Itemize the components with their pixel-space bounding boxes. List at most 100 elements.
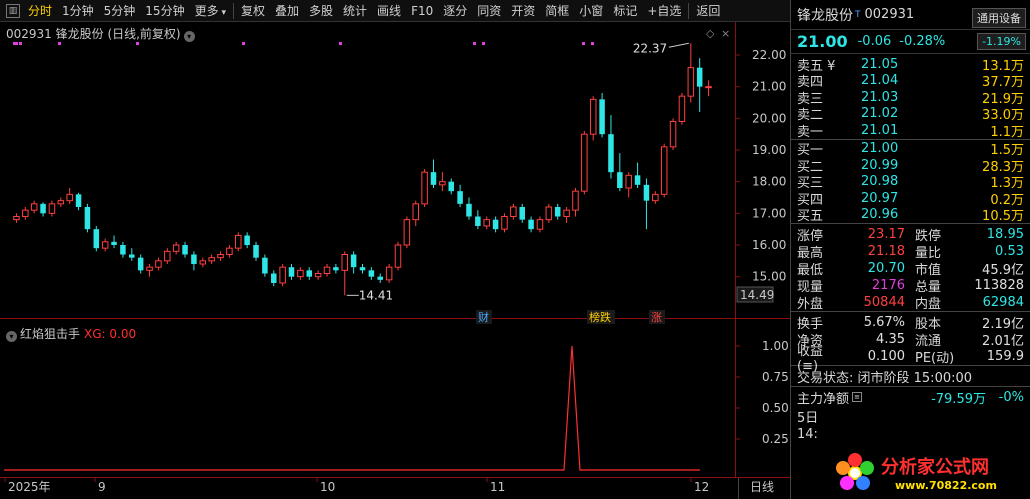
candle-body-up [652, 193, 659, 202]
toolbar-item-1[interactable]: 1分钟 [57, 0, 99, 22]
low-label: 14.41 [359, 288, 393, 302]
toolbar-separator [688, 2, 690, 19]
ask-price: 21.03 [861, 89, 899, 105]
event-marker [15, 42, 18, 45]
toolbar-item-17[interactable]: +自选 [642, 0, 686, 22]
quote-header: 锋龙股份 T 002931 通用设备 [791, 0, 1030, 30]
stat-value: 20.70 [867, 261, 905, 276]
candle-body-up [385, 266, 393, 281]
toolbar-item-13[interactable]: 开资 [506, 0, 540, 22]
stat-value: 2.01亿 [982, 334, 1024, 349]
candle-body-down [111, 241, 117, 245]
price-row: 21.00 -0.06 -0.28% -1.19% [791, 30, 1030, 54]
toolbar-item-7[interactable]: 多股 [304, 0, 338, 22]
trade-state: 交易状态: 闭市阶段 15:00:00 [797, 370, 973, 386]
candle-body-up [226, 247, 233, 256]
bid-row: 买二 20.99 28.3万 [791, 157, 1030, 175]
toolbar-item-2[interactable]: 5分钟 [99, 0, 141, 22]
candle-body-up [13, 216, 20, 221]
candle-body-down [643, 184, 650, 201]
stock-name: 锋龙股份 [797, 7, 853, 24]
toolbar-item-5[interactable]: 复权 [236, 0, 270, 22]
indicator-settings-icon[interactable]: ▾ [6, 331, 17, 342]
toolbar-item-15[interactable]: 小窗 [574, 0, 608, 22]
toolbar-item-11[interactable]: 逐分 [438, 0, 472, 22]
ask-row: 卖三 21.03 21.9万 [791, 89, 1030, 107]
toolbar-item-16[interactable]: 标记 [608, 0, 642, 22]
main-flow-row: 主力净额 ≡ -79.59万 -0% [791, 387, 1030, 407]
event-marker [242, 42, 245, 45]
bid-book: 买一 21.00 1.5万 买二 20.99 28.3万 买三 20.98 1.3万 买四 20.9… [791, 140, 1030, 224]
event-marker [339, 42, 342, 45]
candle-body-up [30, 203, 38, 211]
current-price-tag: 14.49 [740, 288, 774, 302]
candle-body-up [172, 244, 180, 252]
stat-row: 涨停 23.17 跌停 18.95 [791, 226, 1030, 244]
candle-body-up [705, 86, 712, 89]
candle-body-down [350, 254, 357, 268]
candle-body-up [536, 219, 544, 230]
bid-label: 买五 [797, 209, 824, 225]
candle-body-down [554, 207, 561, 217]
indicator-axis-label: 1.00 [762, 339, 789, 353]
candle-body-down [466, 203, 472, 217]
candle-body-up [412, 203, 419, 221]
candle-body-up [572, 190, 579, 211]
candle-body-down [253, 245, 259, 258]
toolbar-item-18[interactable]: 返回 [691, 0, 725, 22]
toolbar-item-8[interactable]: 统计 [338, 0, 372, 22]
candle-body-down [368, 270, 375, 277]
candle-body-down [129, 254, 135, 258]
toolbar-item-6[interactable]: 叠加 [270, 0, 304, 22]
toolbar-item-0[interactable]: 分时 [23, 0, 57, 22]
event-marker [473, 42, 476, 45]
indicator-title: ▾ 红焰狙击手 XG: 0.00 [6, 325, 136, 342]
price-axis-label: 17.00 [752, 206, 786, 220]
stat-label: PE(动) [915, 351, 955, 366]
stat-row: 最低 20.70 市值 45.9亿 [791, 260, 1030, 278]
period-selector[interactable]: 日线 [750, 480, 774, 494]
candle-body-up [439, 181, 446, 186]
price-axis-label: 22.00 [752, 48, 786, 62]
price-axis-label: 16.00 [752, 238, 786, 252]
stat-value: 23.17 [867, 227, 905, 242]
candle-body-down [492, 219, 499, 230]
candle-body-down [377, 276, 383, 280]
candle-body-down [333, 267, 339, 271]
stat-value: 113828 [974, 278, 1024, 293]
event-tag: 涨 [651, 311, 662, 324]
toolbar-item-3[interactable]: 15分钟 [140, 0, 189, 22]
toolbar-separator [232, 2, 234, 19]
candlestick-chart[interactable]: 22.00 21.00 20.00 19.00 18.00 17.00 16.00 15.00… [0, 22, 790, 499]
flow-detail-icon[interactable]: ≡ [852, 392, 863, 402]
main-flow-label: 主力净额 [797, 391, 850, 407]
sidebar-toggle-icon[interactable]: ▥ [6, 3, 20, 18]
ask-book: 卖五 ¥21.05 13.1万 卖四 21.04 37.7万 卖三 21.03 21.9万 卖二… [791, 54, 1030, 140]
stat-row: 外盘 50844 内盘 62984 [791, 294, 1030, 312]
candle-body-up [501, 216, 508, 230]
stat-value: 18.95 [986, 227, 1024, 242]
toolbar-item-14[interactable]: 简框 [540, 0, 574, 22]
high-arrow [668, 42, 689, 48]
toolbar-item-4[interactable]: 更多 ▾ [190, 0, 231, 22]
toolbar-item-9[interactable]: 画线 [372, 0, 406, 22]
toolbar-item-10[interactable]: F10 [406, 0, 438, 22]
candle-body-up [208, 257, 215, 262]
candle-body-down [359, 267, 366, 271]
industry-tag[interactable]: 通用设备 [972, 8, 1026, 28]
candle-body-down [244, 235, 250, 245]
ask-row: 卖四 21.04 37.7万 [791, 73, 1030, 90]
toolbar-item-12[interactable]: 同资 [472, 0, 506, 22]
time-axis-label: 9 [98, 480, 106, 494]
bid-price: 21.00 [861, 141, 899, 157]
candle-body-up [101, 241, 109, 249]
candle-body-up [394, 244, 402, 268]
stat-value: 4.35 [876, 332, 905, 347]
ask-price: 21.01 [861, 122, 899, 138]
candle-body-down [608, 134, 614, 173]
stats-block-1: 涨停 23.17 跌停 18.95 最高 21.18 量比 0.53 最低 20.70 市值 45.9… [791, 224, 1030, 312]
more-chevron-icon: ▾ [218, 7, 226, 18]
candle-body-down [93, 229, 100, 249]
time-axis-label: 2025年 [8, 480, 51, 494]
candle-body-down [262, 257, 268, 274]
